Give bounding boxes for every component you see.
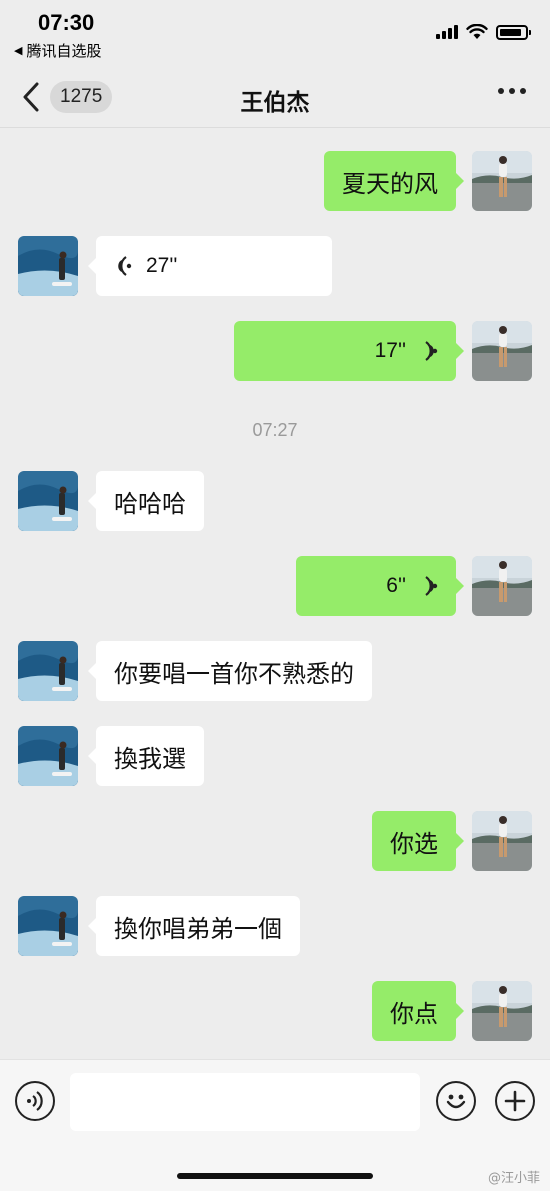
status-bar: 07:30 ◀ 腾讯自选股 [0,0,550,66]
message-row: 哈哈哈 [0,471,550,531]
message-row: 換我選 [0,726,550,786]
voice-mode-button[interactable] [15,1081,55,1121]
contact-avatar[interactable] [18,726,78,786]
sent-text-bubble[interactable]: 你点 [372,981,464,1041]
voice-wave-icon [425,576,438,596]
weibo-watermark: @汪小菲 [488,1167,540,1186]
voice-duration: 6'' [386,574,406,597]
emoji-icon [446,1094,466,1109]
input-bar [0,1059,550,1191]
message-row: 換你唱弟弟一個 [0,896,550,956]
sent-text-bubble[interactable]: 你选 [372,811,464,871]
home-indicator[interactable] [177,1173,373,1179]
message-row: 你点 [0,981,550,1041]
message-row: 你要唱一首你不熟悉的 [0,641,550,701]
more-button[interactable] [498,88,526,94]
contact-avatar[interactable] [18,236,78,296]
voice-duration: 27'' [146,254,178,277]
status-time: 07:30 [38,10,95,35]
voice-wave-icon [118,256,132,276]
contact-avatar[interactable] [18,471,78,531]
plus-button[interactable] [495,1081,535,1121]
voice-wave-icon [425,341,438,361]
message-input[interactable] [70,1073,420,1131]
sent-voice-bubble[interactable]: 17'' [234,321,464,381]
received-text-bubble[interactable]: 換我選 [88,726,204,786]
voice-duration: 17'' [374,339,406,362]
plus-icon [504,1090,526,1112]
back-app-label: 腾讯自选股 [26,42,102,60]
message-list[interactable]: 夏天的风 27'' 17'' 07:27 哈哈哈 6'' 你要唱一首你不熟悉的 … [0,129,550,1059]
voice-mode-icon [27,1091,43,1111]
my-avatar[interactable] [472,556,532,616]
received-text-bubble[interactable]: 哈哈哈 [88,471,204,531]
received-text-bubble[interactable]: 換你唱弟弟一個 [88,896,300,956]
contact-avatar[interactable] [18,896,78,956]
message-row: 夏天的风 [0,151,550,211]
signal-icon [436,25,458,39]
message-row: 27'' [0,236,550,296]
chat-timestamp: 07:27 [252,420,298,440]
received-voice-bubble[interactable]: 27'' [88,236,332,296]
chat-header: 1275 王伯杰 [0,66,550,128]
my-avatar[interactable] [472,811,532,871]
emoji-button[interactable] [436,1081,476,1121]
chat-title: 王伯杰 [240,90,310,116]
sent-text-bubble[interactable]: 夏天的风 [324,151,464,211]
sent-voice-bubble[interactable]: 6'' [296,556,464,616]
my-avatar[interactable] [472,321,532,381]
message-row: 17'' [0,321,550,381]
status-icons [436,24,531,40]
received-text-bubble[interactable]: 你要唱一首你不熟悉的 [88,641,372,701]
back-to-app-link[interactable]: ◀ 腾讯自选股 [14,40,101,61]
battery-icon [496,24,531,40]
contact-avatar[interactable] [18,641,78,701]
my-avatar[interactable] [472,151,532,211]
my-avatar[interactable] [472,981,532,1041]
message-row: 你选 [0,811,550,871]
back-triangle-icon: ◀ [14,44,23,57]
more-dots-icon [498,88,504,94]
watermark-text: @汪小菲 [487,1171,540,1186]
wifi-icon [466,24,488,39]
message-row: 6'' [0,556,550,616]
